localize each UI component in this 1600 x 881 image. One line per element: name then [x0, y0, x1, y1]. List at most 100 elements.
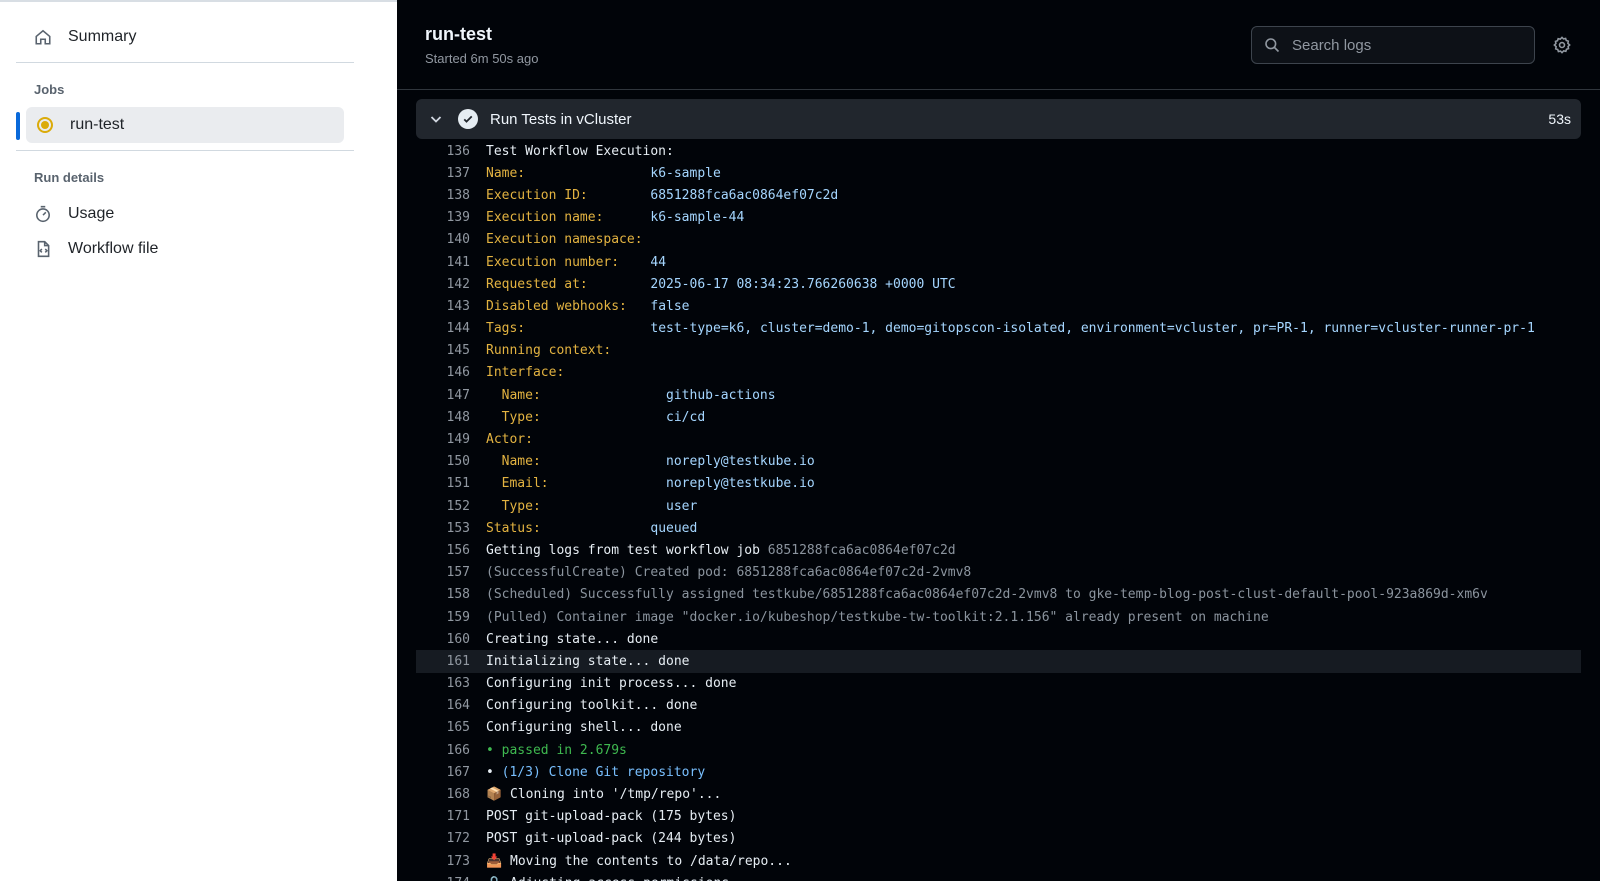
log-text: 🔒 Adjusting access permissions... [486, 876, 753, 881]
log-value: Initializing state... done [486, 653, 690, 669]
log-text: Execution number: 44 [486, 255, 666, 270]
log-line: 172 POST git-upload-pack (244 bytes) [416, 828, 1581, 850]
log-text: 📦 Cloning into '/tmp/repo'... [486, 787, 721, 802]
log-value: 📥 Moving the contents to /data/repo... [486, 853, 792, 869]
line-number[interactable]: 144 [416, 321, 470, 336]
log-key: Name: [486, 454, 667, 470]
jobs-heading: Jobs [34, 82, 65, 97]
gear-icon[interactable] [1553, 36, 1571, 54]
sidebar-item-label: Summary [68, 28, 137, 45]
search-logs-box[interactable] [1251, 26, 1535, 64]
line-number[interactable]: 171 [416, 809, 470, 824]
line-number[interactable]: 165 [416, 720, 470, 735]
log-line: 138 Execution ID: 6851288fca6ac0864ef07c2… [416, 184, 1581, 206]
stopwatch-icon [34, 205, 52, 223]
line-number[interactable]: 139 [416, 210, 470, 225]
line-number[interactable]: 147 [416, 388, 470, 403]
line-number[interactable]: 164 [416, 698, 470, 713]
log-line: 142 Requested at: 2025-06-17 08:34:23.766… [416, 273, 1581, 295]
line-number[interactable]: 167 [416, 765, 470, 780]
sidebar-item-usage[interactable]: Usage [24, 196, 346, 232]
line-number[interactable]: 141 [416, 255, 470, 270]
log-line: 136 Test Workflow Execution: [416, 140, 1581, 162]
log-text: Execution name: k6-sample-44 [486, 210, 744, 225]
line-number[interactable]: 161 [416, 654, 470, 669]
log-text: Type: ci/cd [486, 409, 706, 425]
active-indicator [16, 112, 20, 140]
sidebar-item-label: Usage [68, 205, 115, 222]
line-number[interactable]: 168 [416, 787, 470, 802]
home-icon [34, 28, 52, 46]
log-text: Initializing state... done [486, 654, 690, 669]
file-code-icon [34, 240, 52, 258]
chevron-down-icon[interactable] [428, 111, 444, 127]
line-number[interactable]: 151 [416, 476, 470, 491]
line-number[interactable]: 172 [416, 831, 470, 846]
step-header-run-tests[interactable]: Run Tests in vCluster 53s [416, 99, 1581, 139]
log-value: (Pulled) Container image "docker.io/kube… [486, 609, 1269, 625]
log-text: (Scheduled) Successfully assigned testku… [486, 587, 1488, 602]
log-value: 6851288fca6ac0864ef07c2d [767, 542, 956, 558]
sidebar-item-summary[interactable]: Summary [24, 19, 346, 55]
log-value: ci/cd [666, 409, 706, 425]
log-text: POST git-upload-pack (244 bytes) [486, 831, 736, 846]
log-line: 152 Type: user [416, 495, 1581, 517]
line-number[interactable]: 146 [416, 365, 470, 380]
log-line: 150 Name: noreply@testkube.io [416, 451, 1581, 473]
log-text: Name: github-actions [486, 388, 776, 403]
line-number[interactable]: 148 [416, 410, 470, 425]
log-key: Type: [486, 409, 667, 425]
line-number[interactable]: 145 [416, 343, 470, 358]
log-key: Execution name: [486, 210, 651, 226]
search-icon [1264, 37, 1280, 53]
sidebar-item-label: run-test [70, 116, 125, 133]
log-line: 145 Running context: [416, 340, 1581, 362]
line-number[interactable]: 158 [416, 587, 470, 602]
log-value: k6-sample-44 [650, 210, 745, 226]
line-number[interactable]: 143 [416, 299, 470, 314]
line-number[interactable]: 150 [416, 454, 470, 469]
log-lines: 136 Test Workflow Execution: 137 Name: k6-s… [416, 140, 1581, 881]
line-number[interactable]: 152 [416, 499, 470, 514]
log-line: 171 POST git-upload-pack (175 bytes) [416, 806, 1581, 828]
log-text: Getting logs from test workflow job 6851… [486, 543, 956, 558]
line-number[interactable]: 149 [416, 432, 470, 447]
in-progress-icon [36, 116, 54, 134]
line-number[interactable]: 137 [416, 166, 470, 181]
line-number[interactable]: 153 [416, 521, 470, 536]
log-line: 149 Actor: [416, 428, 1581, 450]
log-key: Requested at: [486, 276, 651, 292]
log-text: Configuring init process... done [486, 676, 736, 691]
line-number[interactable]: 166 [416, 743, 470, 758]
line-number[interactable]: 142 [416, 277, 470, 292]
check-circle-icon [458, 109, 478, 129]
line-number[interactable]: 160 [416, 632, 470, 647]
line-number[interactable]: 140 [416, 232, 470, 247]
sidebar-item-label: Workflow file [68, 240, 159, 257]
sidebar-item-workflow-file[interactable]: Workflow file [24, 231, 346, 267]
log-text: • passed in 2.679s [486, 743, 627, 758]
line-number[interactable]: 174 [416, 876, 470, 881]
log-line: 153 Status: queued [416, 517, 1581, 539]
line-number[interactable]: 163 [416, 676, 470, 691]
line-number[interactable]: 156 [416, 543, 470, 558]
log-value: Configuring toolkit... done [486, 698, 698, 714]
log-key: Execution ID: [486, 187, 651, 203]
log-value: POST git-upload-pack (244 bytes) [486, 831, 737, 847]
search-logs-input[interactable] [1292, 36, 1534, 54]
log-text: • (1/3) Clone Git repository [486, 765, 705, 780]
log-key: Interface: [486, 365, 565, 381]
line-number[interactable]: 173 [416, 854, 470, 869]
line-number[interactable]: 136 [416, 144, 470, 159]
sidebar-item-job[interactable]: run-test [26, 107, 344, 143]
log-line: 141 Execution number: 44 [416, 251, 1581, 273]
log-value: Configuring shell... done [486, 720, 682, 736]
log-text: Interface: [486, 365, 564, 380]
line-number[interactable]: 138 [416, 188, 470, 203]
log-line: 148 Type: ci/cd [416, 406, 1581, 428]
line-number[interactable]: 157 [416, 565, 470, 580]
log-line: 164 Configuring toolkit... done [416, 695, 1581, 717]
log-text: Creating state... done [486, 632, 658, 647]
log-line: 151 Email: noreply@testkube.io [416, 473, 1581, 495]
line-number[interactable]: 159 [416, 610, 470, 625]
